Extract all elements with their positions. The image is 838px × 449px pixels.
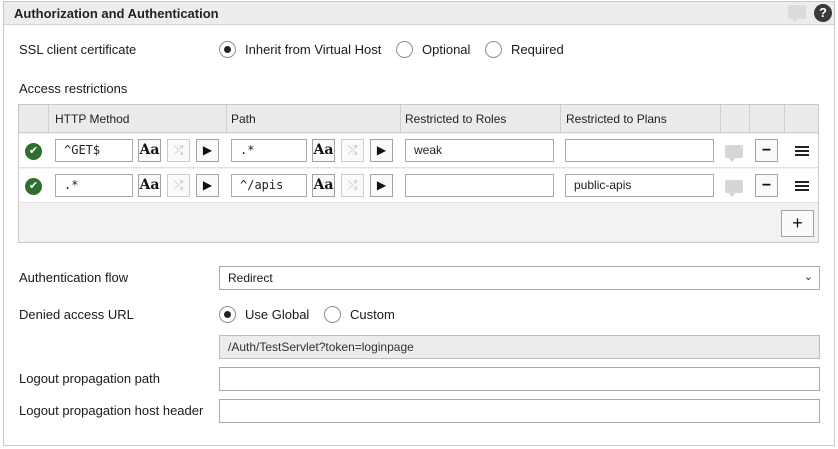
denied-custom-radio[interactable] [324, 306, 341, 323]
denied-global-radio[interactable] [219, 306, 236, 323]
case-sensitive-icon[interactable]: Aa [312, 139, 335, 162]
shuffle-icon[interactable]: ⤮ [167, 139, 190, 162]
case-sensitive-icon[interactable]: Aa [312, 174, 335, 197]
case-sensitive-icon[interactable]: Aa [138, 139, 161, 162]
ssl-required-label[interactable]: Required [511, 42, 564, 57]
ssl-inherit-radio[interactable] [219, 41, 236, 58]
http-method-input[interactable]: .* [55, 174, 133, 197]
add-row-button[interactable]: + [781, 210, 814, 237]
play-icon[interactable]: ▶ [370, 139, 393, 162]
roles-input[interactable] [405, 174, 554, 197]
ssl-inherit-label[interactable]: Inherit from Virtual Host [245, 42, 381, 57]
play-icon[interactable]: ▶ [196, 139, 219, 162]
logout-host-label: Logout propagation host header [19, 403, 204, 418]
ssl-optional-label[interactable]: Optional [422, 42, 470, 57]
valid-check-icon: ✔ [25, 178, 42, 195]
help-icon[interactable]: ? [814, 4, 832, 22]
play-icon[interactable]: ▶ [370, 174, 393, 197]
comment-icon[interactable] [788, 5, 806, 23]
logout-path-input[interactable] [219, 367, 820, 391]
logout-host-input[interactable] [219, 399, 820, 423]
path-input[interactable]: .* [231, 139, 307, 162]
col-path: Path [231, 112, 256, 126]
access-restrictions-label: Access restrictions [19, 81, 128, 96]
col-roles: Restricted to Roles [405, 112, 507, 126]
denied-custom-label[interactable]: Custom [350, 307, 395, 322]
comment-icon[interactable] [725, 145, 743, 162]
auth-flow-label: Authentication flow [19, 270, 129, 285]
roles-input[interactable]: weak [405, 139, 554, 162]
col-http-method: HTTP Method [55, 112, 130, 126]
http-method-input[interactable]: ^GET$ [55, 139, 133, 162]
auth-flow-select[interactable]: Redirect ⌄ [219, 266, 820, 290]
comment-icon[interactable] [725, 180, 743, 197]
ssl-required-radio[interactable] [485, 41, 502, 58]
table-header: HTTP Method Path Restricted to Roles Res… [19, 105, 818, 133]
panel-header: Authorization and Authentication ? [4, 2, 834, 25]
logout-path-label: Logout propagation path [19, 371, 160, 386]
plans-input[interactable] [565, 139, 714, 162]
auth-flow-value: Redirect [228, 271, 273, 285]
drag-handle-icon[interactable] [795, 181, 809, 192]
table-row: ✔ .* Aa ⤮ ▶ ^/apis Aa ⤮ ▶ public-apis − [19, 169, 818, 203]
shuffle-icon[interactable]: ⤮ [167, 174, 190, 197]
path-input[interactable]: ^/apis [231, 174, 307, 197]
remove-row-button[interactable]: − [755, 139, 778, 162]
denied-url-label: Denied access URL [19, 307, 134, 322]
play-icon[interactable]: ▶ [196, 174, 219, 197]
ssl-optional-radio[interactable] [396, 41, 413, 58]
plans-input[interactable]: public-apis [565, 174, 714, 197]
shuffle-icon[interactable]: ⤮ [341, 139, 364, 162]
case-sensitive-icon[interactable]: Aa [138, 174, 161, 197]
denied-global-label[interactable]: Use Global [245, 307, 309, 322]
access-table: HTTP Method Path Restricted to Roles Res… [18, 104, 819, 243]
col-plans: Restricted to Plans [566, 112, 667, 126]
denied-url-field: /Auth/TestServlet?token=loginpage [219, 335, 820, 359]
drag-handle-icon[interactable] [795, 146, 809, 157]
remove-row-button[interactable]: − [755, 174, 778, 197]
table-row: ✔ ^GET$ Aa ⤮ ▶ .* Aa ⤮ ▶ weak − [19, 134, 818, 168]
ssl-label: SSL client certificate [19, 42, 137, 57]
chevron-down-icon: ⌄ [803, 271, 813, 283]
panel-title: Authorization and Authentication [14, 6, 219, 21]
shuffle-icon[interactable]: ⤮ [341, 174, 364, 197]
valid-check-icon: ✔ [25, 143, 42, 160]
